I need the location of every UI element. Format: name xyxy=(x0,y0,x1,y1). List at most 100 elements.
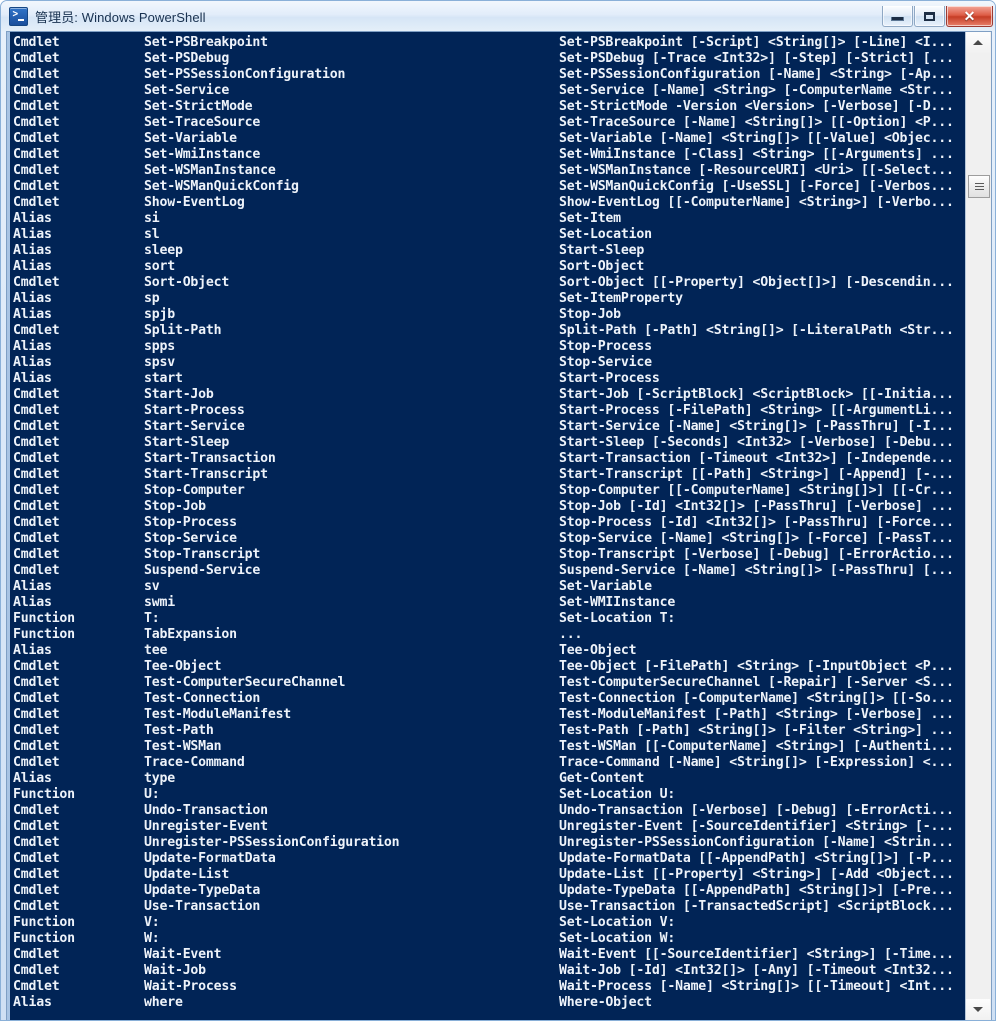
command-name-cell: Set-WmiInstance xyxy=(144,147,261,162)
command-type-cell: Alias xyxy=(13,339,52,354)
console-output[interactable]: Cmdlet Cmdlet Cmdlet Cmdlet Cmdlet Cmdlet Cmdl… xyxy=(7,32,966,1020)
command-type-cell: Cmdlet xyxy=(13,947,60,962)
command-type-cell: Alias xyxy=(13,259,52,274)
command-definition-cell: Set-Location T: xyxy=(559,611,676,626)
command-type-column: Cmdlet Cmdlet Cmdlet Cmdlet Cmdlet Cmdlet Cmdl… xyxy=(13,35,143,1011)
scrollbar-track[interactable] xyxy=(966,53,990,999)
chevron-down-icon xyxy=(973,1007,983,1012)
command-type-cell: Alias xyxy=(13,579,52,594)
command-definition-cell: Unregister-PSSessionConfiguration [-Name… xyxy=(559,835,954,850)
command-definition-cell: Stop-Transcript [-Verbose] [-Debug] [-Er… xyxy=(559,547,954,562)
command-type-cell: Cmdlet xyxy=(13,195,60,210)
minimize-button[interactable] xyxy=(882,6,913,27)
command-type-cell: Cmdlet xyxy=(13,547,60,562)
command-type-cell: Alias xyxy=(13,211,52,226)
command-type-cell: Cmdlet xyxy=(13,35,60,50)
command-name-cell: Update-List xyxy=(144,867,230,882)
command-type-cell: Cmdlet xyxy=(13,803,60,818)
scrollbar-thumb[interactable] xyxy=(968,175,990,198)
command-definition-cell: Start-Job [-ScriptBlock] <ScriptBlock> [… xyxy=(559,387,954,402)
command-name-cell: Set-PSDebug xyxy=(144,51,230,66)
console-client-area[interactable]: Cmdlet Cmdlet Cmdlet Cmdlet Cmdlet Cmdlet Cmdl… xyxy=(6,31,992,1020)
command-definition-cell: Set-PSSessionConfiguration [-Name] <Stri… xyxy=(559,67,954,82)
chevron-up-icon xyxy=(973,40,983,45)
command-name-column: Set-PSBreakpoint Set-PSDebug Set-PSSession… xyxy=(144,35,554,1011)
command-definition-cell: Set-WSManQuickConfig [-UseSSL] [-Force] … xyxy=(559,179,954,194)
command-definition-cell: Test-Connection [-ComputerName] <String[… xyxy=(559,691,954,706)
command-type-cell: Cmdlet xyxy=(13,883,60,898)
command-type-cell: Alias xyxy=(13,355,52,370)
title-bar[interactable]: 管理员: Windows PowerShell ✕ xyxy=(1,1,995,31)
command-definition-cell: Set-WMIInstance xyxy=(559,595,676,610)
command-name-cell: Test-Connection xyxy=(144,691,261,706)
command-name-cell: Trace-Command xyxy=(144,755,245,770)
command-definition-cell: Set-Service [-Name] <String> [-ComputerN… xyxy=(559,83,954,98)
command-definition-cell: Tee-Object [-FilePath] <String> [-InputO… xyxy=(559,659,954,674)
command-name-cell: Unregister-Event xyxy=(144,819,268,834)
command-type-cell: Cmdlet xyxy=(13,675,60,690)
command-definition-cell: Start-Service [-Name] <String[]> [-PassT… xyxy=(559,419,954,434)
command-definition-cell: Stop-Service [-Name] <String[]> [-Force]… xyxy=(559,531,954,546)
title-bar-left: 管理员: Windows PowerShell xyxy=(1,6,881,26)
command-name-cell: Set-Variable xyxy=(144,131,237,146)
command-type-cell: Alias xyxy=(13,595,52,610)
command-name-cell: Test-ComputerSecureChannel xyxy=(144,675,346,690)
scrollbar-down-button[interactable] xyxy=(966,999,990,1020)
vertical-scrollbar[interactable] xyxy=(965,32,991,1020)
command-name-cell: Unregister-PSSessionConfiguration xyxy=(144,835,400,850)
scrollbar-up-button[interactable] xyxy=(966,32,990,53)
command-type-cell: Cmdlet xyxy=(13,899,60,914)
command-name-cell: Stop-Computer xyxy=(144,483,245,498)
command-name-cell: Test-Path xyxy=(144,723,214,738)
command-name-cell: W: xyxy=(144,931,160,946)
command-name-cell: Stop-Job xyxy=(144,499,206,514)
command-name-cell: TabExpansion xyxy=(144,627,237,642)
command-type-cell: Cmdlet xyxy=(13,963,60,978)
command-definition-cell: Set-PSBreakpoint [-Script] <String[]> [-… xyxy=(559,35,954,50)
command-type-cell: Cmdlet xyxy=(13,403,60,418)
command-type-cell: Cmdlet xyxy=(13,179,60,194)
command-definition-cell: Set-Location U: xyxy=(559,787,676,802)
command-name-cell: V: xyxy=(144,915,160,930)
command-name-cell: spsv xyxy=(144,355,175,370)
close-button[interactable]: ✕ xyxy=(946,6,993,27)
command-definition-cell: Split-Path [-Path] <String[]> [-LiteralP… xyxy=(559,323,954,338)
command-name-cell: Test-WSMan xyxy=(144,739,222,754)
command-type-cell: Cmdlet xyxy=(13,387,60,402)
command-type-cell: Alias xyxy=(13,371,52,386)
command-name-cell: Start-Service xyxy=(144,419,245,434)
command-type-cell: Cmdlet xyxy=(13,451,60,466)
command-definition-cell: Set-WSManInstance [-ResourceURI] <Uri> [… xyxy=(559,163,954,178)
command-definition-cell: Set-PSDebug [-Trace <Int32>] [-Step] [-S… xyxy=(559,51,954,66)
command-type-cell: Cmdlet xyxy=(13,419,60,434)
command-type-cell: Function xyxy=(13,915,75,930)
command-definition-cell: Set-Variable [-Name] <String[]> [[-Value… xyxy=(559,131,954,146)
command-name-cell: Set-TraceSource xyxy=(144,115,261,130)
command-definition-cell: Sort-Object xyxy=(559,259,645,274)
maximize-button[interactable] xyxy=(914,6,945,27)
command-type-cell: Cmdlet xyxy=(13,147,60,162)
window-controls: ✕ xyxy=(881,6,993,27)
command-definition-cell: Start-Process [-FilePath] <String> [[-Ar… xyxy=(559,403,954,418)
minimize-icon xyxy=(891,17,904,21)
command-type-cell: Cmdlet xyxy=(13,499,60,514)
powershell-icon xyxy=(9,6,28,26)
command-definition-cell: Tee-Object xyxy=(559,643,637,658)
command-type-cell: Cmdlet xyxy=(13,435,60,450)
command-type-cell: Function xyxy=(13,627,75,642)
command-name-cell: Start-Sleep xyxy=(144,435,230,450)
command-name-cell: Wait-Process xyxy=(144,979,237,994)
command-definition-cell: Update-TypeData [[-AppendPath] <String[]… xyxy=(559,883,954,898)
command-name-cell: Start-Transcript xyxy=(144,467,268,482)
command-type-cell: Function xyxy=(13,787,75,802)
command-type-cell: Cmdlet xyxy=(13,819,60,834)
command-definition-cell: Stop-Computer [[-ComputerName] <String[]… xyxy=(559,483,954,498)
close-icon: ✕ xyxy=(963,8,976,24)
command-definition-cell: Update-List [[-Property] <String>] [-Add… xyxy=(559,867,954,882)
command-type-cell: Cmdlet xyxy=(13,115,60,130)
command-definition-cell: Unregister-Event [-SourceIdentifier] <St… xyxy=(559,819,954,834)
command-type-cell: Cmdlet xyxy=(13,723,60,738)
command-name-cell: Undo-Transaction xyxy=(144,803,268,818)
command-type-cell: Cmdlet xyxy=(13,483,60,498)
command-definition-cell: Stop-Job xyxy=(559,307,621,322)
